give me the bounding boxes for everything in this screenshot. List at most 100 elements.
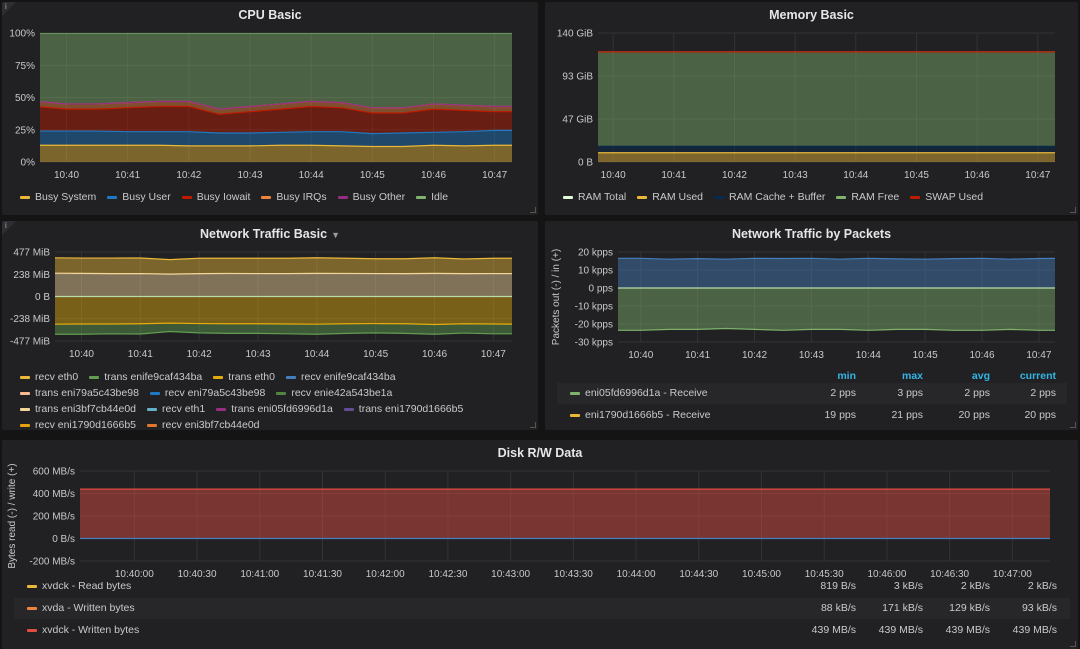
legend-row[interactable]: xvdck - Read bytes 819 B/s 3 kB/s 2 kB/s 2 k…: [14, 582, 1070, 597]
legend-item[interactable]: trans eni1790d1666b5: [343, 403, 463, 415]
y-tick-label: 0%: [21, 158, 36, 169]
legend-item[interactable]: trans eni79a5c43be98: [20, 387, 139, 399]
y-tick-label: 200 MB/s: [33, 512, 75, 523]
legend-item[interactable]: recv enife9caf434ba: [285, 371, 396, 383]
packets-chart[interactable]: -30 kpps -20 kpps -10 kpps 0 pps 10 kpps 20 k…: [545, 221, 1078, 366]
legend-row[interactable]: xvda - Written bytes 88 kB/s 171 kB/s 129 k…: [14, 598, 1070, 619]
legend-item[interactable]: recv eni3bf7cb44e0d: [147, 419, 260, 430]
resize-handle[interactable]: [530, 422, 536, 428]
legend-row[interactable]: xvdck - Written bytes 439 MB/s 439 MB/s 439…: [14, 620, 1070, 641]
legend-swatch: [89, 375, 100, 379]
legend-value: 129 kB/s: [949, 602, 990, 614]
legend-value: 2 kB/s: [1027, 582, 1057, 592]
y-tick-label: 0 B: [578, 158, 593, 169]
y-tick-label: 477 MiB: [13, 248, 50, 259]
packets-legend-table: min max avg current eni05fd6996d1a - Receive…: [557, 367, 1067, 427]
series-area: [55, 296, 512, 325]
legend-item[interactable]: recv enie42a543be1a: [276, 387, 392, 399]
disk-chart[interactable]: -200 MB/s 0 B/s 200 MB/s 400 MB/s 600 MB/s 10…: [2, 440, 1078, 582]
cpu-basic-panel: i CPU Basic 0% 25% 50% 75% 100% 10:40 10:41 10:…: [2, 2, 538, 215]
legend-item[interactable]: recv eth1: [147, 403, 205, 415]
legend-label: recv eni79a5c43be98: [164, 387, 266, 399]
legend-row[interactable]: eni05fd6996d1a - Receive 2 pps 3 pps 2 pps 2…: [557, 383, 1067, 404]
x-tick-label: 10:42: [742, 350, 767, 361]
column-header-max[interactable]: max: [863, 370, 923, 382]
legend-value: 2 pps: [964, 387, 990, 399]
legend-item[interactable]: recv eni79a5c43be98: [149, 387, 266, 399]
x-tick-label: 10:43:00: [491, 569, 530, 580]
legend-item[interactable]: Busy Iowait: [181, 191, 250, 203]
column-header-current[interactable]: current: [996, 370, 1056, 382]
x-tick-label: 10:47:00: [993, 569, 1032, 580]
y-tick-label: 25%: [15, 125, 35, 136]
legend-value: 20 pps: [1024, 409, 1056, 421]
legend-value: 2 pps: [1030, 387, 1056, 399]
legend-label: RAM Used: [652, 191, 704, 203]
legend-swatch: [20, 391, 30, 395]
resize-handle[interactable]: [530, 207, 536, 213]
memory-chart[interactable]: 0 B 47 GiB 93 GiB 140 GiB 10:40 10:41 10:42 10:…: [545, 2, 1078, 187]
legend-value: 439 MB/s: [811, 624, 856, 636]
cpu-legend: Busy System Busy User Busy Iowait Busy IRQs…: [20, 191, 530, 203]
legend-item[interactable]: recv eth0: [20, 371, 78, 383]
resize-handle[interactable]: [1070, 207, 1076, 213]
resize-handle[interactable]: [1070, 422, 1076, 428]
legend-series[interactable]: xvdck - Written bytes: [27, 624, 139, 636]
legend-item[interactable]: RAM Used: [637, 191, 703, 203]
column-header-min[interactable]: min: [796, 370, 856, 382]
series-area: [55, 273, 512, 297]
legend-item[interactable]: trans eni05fd6996d1a: [216, 403, 333, 415]
legend-item[interactable]: trans eni3bf7cb44e0d: [20, 403, 136, 415]
legend-swatch: [836, 195, 847, 199]
resize-handle[interactable]: [1070, 641, 1076, 647]
x-tick-label: 10:40: [628, 350, 653, 361]
y-tick-label: 75%: [15, 61, 35, 72]
x-tick-label: 10:43: [783, 170, 808, 181]
legend-item[interactable]: Busy System: [20, 191, 96, 203]
disk-legend-table[interactable]: xvdck - Read bytes 819 B/s 3 kB/s 2 kB/s 2 k…: [14, 582, 1070, 649]
legend-value: 19 pps: [824, 409, 856, 421]
legend-item[interactable]: Busy Other: [337, 191, 406, 203]
legend-swatch: [20, 423, 30, 427]
y-tick-label: 0 B: [35, 292, 50, 303]
legend-item[interactable]: recv eni1790d1666b5: [20, 419, 136, 430]
x-tick-label: 10:42: [722, 170, 747, 181]
series-area: [55, 323, 512, 335]
series-area: [40, 33, 512, 110]
x-tick-label: 10:45: [363, 349, 388, 360]
legend-item[interactable]: RAM Total: [563, 191, 626, 203]
x-tick-label: 10:45:30: [805, 569, 844, 580]
x-tick-label: 10:41: [685, 350, 710, 361]
x-tick-label: 10:45: [904, 170, 929, 181]
legend-value: 439 MB/s: [1012, 624, 1057, 636]
network-chart[interactable]: -477 MiB -238 MiB 0 B 238 MiB 477 MiB 10:40 10…: [2, 221, 538, 366]
legend-item[interactable]: SWAP Used: [910, 191, 983, 203]
legend-series[interactable]: eni1790d1666b5 - Receive: [570, 409, 711, 421]
legend-item[interactable]: trans enife9caf434ba: [89, 371, 202, 383]
legend-value: 819 B/s: [820, 582, 856, 592]
legend-label: RAM Free: [851, 191, 900, 203]
legend-label: Busy User: [122, 191, 171, 203]
cpu-chart[interactable]: 0% 25% 50% 75% 100% 10:40 10:41 10:42 10:43 10:44…: [2, 2, 538, 187]
legend-value: 20 pps: [958, 409, 990, 421]
legend-row[interactable]: eni1790d1666b5 - Receive 19 pps 21 pps 20 p…: [557, 405, 1067, 426]
y-tick-label: 400 MB/s: [33, 489, 75, 500]
legend-series[interactable]: xvdck - Read bytes: [27, 582, 131, 592]
legend-series[interactable]: xvda - Written bytes: [27, 602, 135, 614]
legend-label: Busy Other: [352, 191, 406, 203]
legend-series[interactable]: eni05fd6996d1a - Receive: [570, 387, 708, 399]
legend-swatch: [149, 391, 160, 395]
legend-item[interactable]: RAM Free: [836, 191, 899, 203]
legend-item[interactable]: RAM Cache + Buffer: [714, 191, 825, 203]
legend-swatch: [570, 413, 580, 417]
x-tick-label: 10:46:30: [930, 569, 969, 580]
legend-label: xvdck - Written bytes: [42, 624, 140, 636]
legend-item[interactable]: Busy User: [107, 191, 171, 203]
legend-label: xvda - Written bytes: [42, 602, 135, 614]
legend-item[interactable]: Busy IRQs: [261, 191, 327, 203]
legend-label: recv eni1790d1666b5: [35, 419, 137, 430]
legend-item[interactable]: trans eth0: [213, 371, 275, 383]
legend-value: 3 kB/s: [893, 582, 923, 592]
column-header-avg[interactable]: avg: [930, 370, 990, 382]
legend-item[interactable]: Idle: [416, 191, 448, 203]
